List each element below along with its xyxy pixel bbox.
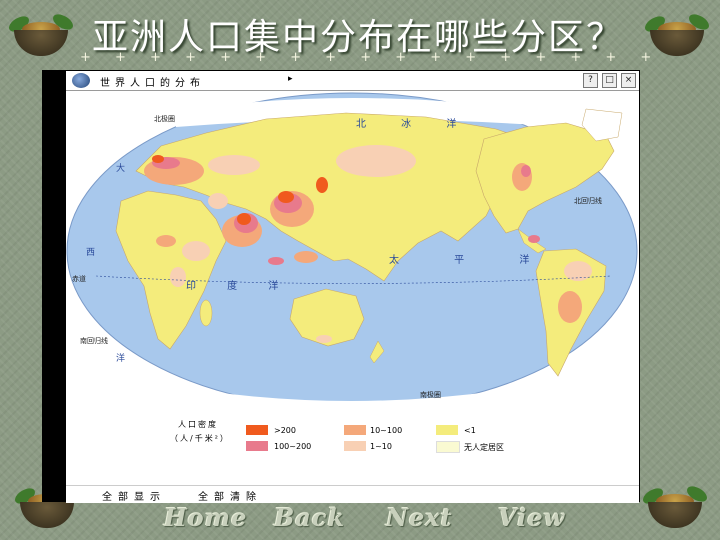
- star-divider: + + + + + + + + + + + + + + + + + + + + …: [80, 50, 660, 65]
- madagascar: [199, 299, 213, 327]
- atlantic-label-2: 西: [86, 247, 95, 258]
- legend-swatch-1-10[interactable]: [344, 441, 366, 451]
- antarctic-circle-label: 南极圈: [420, 390, 441, 399]
- tropic-cancer-label: 北回归线: [574, 196, 602, 205]
- window-caption: 世界人口的分布: [100, 78, 205, 89]
- decorative-bowl-icon: [6, 11, 76, 62]
- nav-back-button[interactable]: Back: [274, 503, 345, 532]
- world-map-pane: 北 冰 洋 太 平 洋 印 度 洋 大 西 洋 北极圈 北回归线 赤道 南回归线…: [66, 91, 639, 411]
- indian-ocean-label: 印 度 洋: [186, 279, 292, 292]
- legend-swatch-gt200[interactable]: [246, 425, 268, 435]
- legend-label-100-200: 100~200: [274, 442, 312, 451]
- arctic-circle-label: 北极圈: [154, 114, 175, 123]
- pacific-ocean-label: 太 平 洋: [389, 253, 555, 266]
- globe-icon: [72, 73, 90, 88]
- close-button[interactable]: ×: [621, 73, 636, 88]
- nav-home-button[interactable]: Home: [164, 503, 247, 532]
- atlantic-label-1: 大: [116, 162, 125, 174]
- atlantic-label-3: 洋: [116, 352, 125, 364]
- legend-label-gt200: >200: [274, 426, 296, 435]
- legend-label-1-10: 1~10: [370, 442, 392, 451]
- legend-unit: （人/千米²）: [170, 434, 230, 443]
- window-titlebar: 世界人口的分布 ▸ ? □ ×: [66, 71, 639, 91]
- bottom-toolbar: 全部显示 全部清除: [66, 485, 639, 503]
- maximize-button[interactable]: □: [602, 73, 617, 88]
- show-all-button[interactable]: 全部显示: [102, 488, 166, 503]
- legend-swatch-100-200[interactable]: [246, 441, 268, 451]
- tropic-capricorn-label: 南回归线: [80, 336, 108, 345]
- nav-view-button[interactable]: View: [498, 503, 565, 532]
- world-population-map: 北 冰 洋 太 平 洋 印 度 洋 大 西 洋 北极圈 北回归线 赤道 南回归线…: [66, 92, 638, 410]
- legend-swatch-lt1[interactable]: [436, 425, 458, 435]
- legend-title: 人口密度: [178, 420, 218, 429]
- arctic-ocean-label: 北 冰 洋: [356, 117, 472, 130]
- nav-next-button[interactable]: Next: [386, 503, 453, 532]
- equator-label: 赤道: [72, 274, 86, 283]
- legend-label-uninhabited: 无人定居区: [464, 443, 504, 452]
- legend-label-10-100: 10~100: [370, 426, 403, 435]
- legend-swatch-uninhabited[interactable]: [436, 441, 460, 453]
- legend-label-lt1: <1: [464, 426, 476, 435]
- decorative-bowl-icon: [640, 483, 710, 534]
- clear-all-button[interactable]: 全部清除: [198, 488, 262, 503]
- legend-panel: 人口密度 （人/千米²） >200 100~200 10~100 1~10 <1…: [66, 411, 639, 485]
- help-button[interactable]: ?: [583, 73, 598, 88]
- expand-arrow-icon[interactable]: ▸: [288, 74, 293, 84]
- legend-swatch-10-100[interactable]: [344, 425, 366, 435]
